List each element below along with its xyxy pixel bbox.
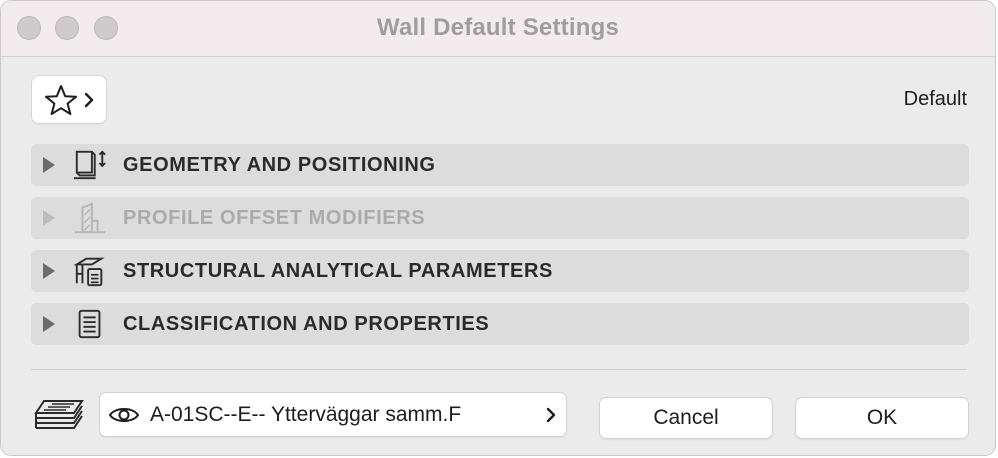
- panel-classification-and-properties[interactable]: CLASSIFICATION AND PROPERTIES: [31, 303, 969, 345]
- title-bar[interactable]: Wall Default Settings: [1, 1, 995, 57]
- panel-label: CLASSIFICATION AND PROPERTIES: [123, 312, 490, 335]
- chevron-right-icon: [84, 92, 94, 107]
- star-icon: [45, 84, 77, 115]
- ok-button[interactable]: OK: [796, 398, 968, 438]
- disclosure-triangle-icon[interactable]: [43, 316, 55, 332]
- panel-geometry-and-positioning[interactable]: GEOMETRY AND POSITIONING: [31, 144, 969, 186]
- layer-name: A-01SC--E-- Ytterväggar samm.F: [150, 402, 462, 426]
- favorites-button[interactable]: [32, 76, 106, 123]
- panel-label: STRUCTURAL ANALYTICAL PARAMETERS: [123, 259, 553, 282]
- footer-divider: [31, 369, 967, 370]
- window-title: Wall Default Settings: [377, 14, 619, 41]
- disclosure-triangle-icon: [43, 210, 55, 226]
- profile-offset-icon: [73, 201, 107, 235]
- layers-icon: [34, 400, 84, 429]
- favorite-name-label: Default: [903, 88, 967, 110]
- layer-select[interactable]: A-01SC--E-- Ytterväggar samm.F: [100, 393, 566, 436]
- geometry-positioning-icon: [73, 148, 107, 182]
- cancel-button[interactable]: Cancel: [600, 398, 772, 438]
- panel-profile-offset-modifiers: PROFILE OFFSET MODIFIERS: [31, 197, 969, 239]
- panel-label: PROFILE OFFSET MODIFIERS: [123, 206, 426, 229]
- panel-label: GEOMETRY AND POSITIONING: [123, 153, 436, 176]
- classification-properties-icon: [73, 307, 107, 341]
- eye-icon[interactable]: [108, 404, 140, 426]
- disclosure-triangle-icon[interactable]: [43, 263, 55, 279]
- disclosure-triangle-icon[interactable]: [43, 157, 55, 173]
- structural-analytical-icon: [73, 254, 107, 288]
- wall-default-settings-dialog: Wall Default Settings Default GEOMETRY A…: [0, 0, 996, 456]
- panel-structural-analytical-parameters[interactable]: STRUCTURAL ANALYTICAL PARAMETERS: [31, 250, 969, 292]
- chevron-right-icon: [546, 407, 556, 422]
